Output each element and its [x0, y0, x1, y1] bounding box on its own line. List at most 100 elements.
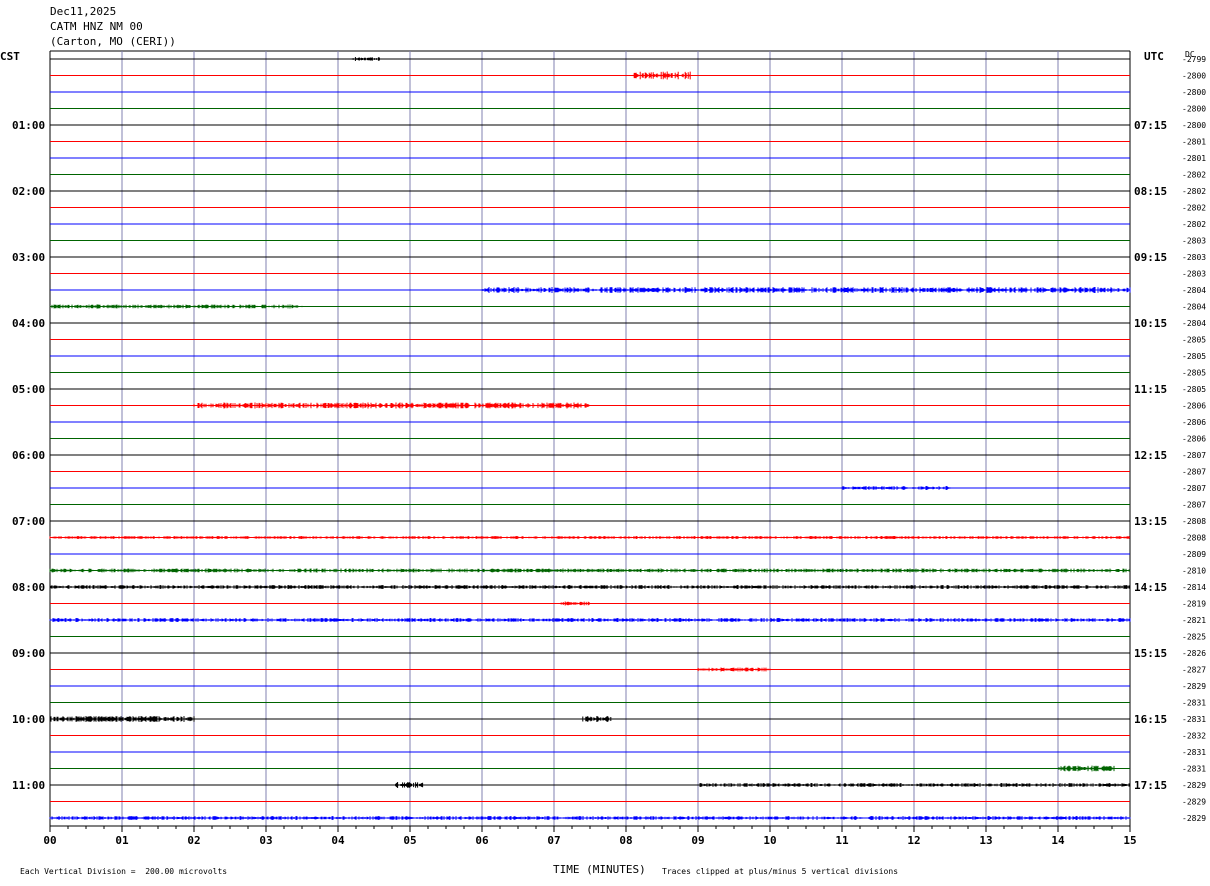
dc-offset-label: -2802 — [1182, 220, 1206, 229]
dc-offset-label: -2805 — [1182, 369, 1206, 378]
x-tick-label: 15 — [1123, 834, 1136, 847]
trace-activity — [49, 304, 303, 309]
x-tick-label: 03 — [259, 834, 272, 847]
right-hour-label: 13:15 — [1134, 515, 1167, 528]
right-hour-label: 15:15 — [1134, 647, 1167, 660]
x-tick-label: 13 — [979, 834, 992, 847]
x-tick-label: 11 — [835, 834, 849, 847]
right-hour-label: 08:15 — [1134, 185, 1167, 198]
dc-offset-label: -2829 — [1182, 781, 1206, 790]
dc-offset-label: -2803 — [1182, 237, 1206, 246]
dc-offset-label: -2805 — [1182, 336, 1206, 345]
dc-offset-label: -2807 — [1182, 451, 1206, 460]
x-tick-label: 07 — [547, 834, 560, 847]
x-tick-label: 14 — [1051, 834, 1065, 847]
trace-activity — [351, 57, 381, 61]
dc-offset-label: -2821 — [1182, 616, 1206, 625]
dc-offset-label: -2810 — [1182, 567, 1206, 576]
x-tick-label: 10 — [763, 834, 776, 847]
dc-offset-label: -2814 — [1182, 583, 1206, 592]
trace-activity — [841, 486, 951, 490]
left-hour-label: 08:00 — [12, 581, 45, 594]
dc-offset-label: -2804 — [1182, 303, 1206, 312]
dc-offset-label: -2831 — [1182, 715, 1206, 724]
left-hour-label: 09:00 — [12, 647, 45, 660]
dc-offset-label: -2808 — [1182, 534, 1206, 543]
dc-offset-label: -2802 — [1182, 204, 1206, 213]
left-hour-label: 02:00 — [12, 185, 45, 198]
dc-offset-label: -2806 — [1182, 402, 1206, 411]
left-hour-label: 11:00 — [12, 779, 45, 792]
dc-offset-label: -2806 — [1182, 418, 1206, 427]
dc-offset-label: -2831 — [1182, 699, 1206, 708]
x-tick-label: 06 — [475, 834, 489, 847]
dc-offset-label: -2804 — [1182, 319, 1206, 328]
dc-offset-label: -2802 — [1182, 187, 1206, 196]
right-hour-label: 17:15 — [1134, 779, 1167, 792]
dc-offset-label: -2806 — [1182, 435, 1206, 444]
scale-note: Each Vertical Division = 200.00 microvol… — [20, 867, 228, 876]
dc-offset-label: -2831 — [1182, 765, 1206, 774]
trace-activity — [49, 816, 1131, 820]
left-hour-label: 06:00 — [12, 449, 45, 462]
x-tick-label: 02 — [187, 834, 200, 847]
right-hour-label: 10:15 — [1134, 317, 1167, 330]
right-hour-label: 11:15 — [1134, 383, 1167, 396]
dc-offset-label: -2832 — [1182, 732, 1206, 741]
dc-offset-label: -2826 — [1182, 649, 1206, 658]
helicorder-plot: 00 01 02 03 04 05 06 07 08 09 10 11 12 13 14 15 -2799 -28… — [12, 50, 1206, 847]
x-tick-label: 05 — [403, 834, 416, 847]
right-hour-label: 09:15 — [1134, 251, 1167, 264]
dc-offset-label: -2831 — [1182, 748, 1206, 757]
x-tick-label: 04 — [331, 834, 345, 847]
dc-offset-label: -2804 — [1182, 286, 1206, 295]
dc-offset-label: -2800 — [1182, 121, 1206, 130]
trace-activity — [395, 782, 425, 788]
dc-offset-label: -2809 — [1182, 550, 1206, 559]
right-hour-label: 16:15 — [1134, 713, 1167, 726]
trace-activity — [49, 568, 1131, 573]
dc-offset-label: -2800 — [1182, 88, 1206, 97]
x-tick-label: 12 — [907, 834, 920, 847]
x-tick-label: 00 — [43, 834, 56, 847]
dc-offset-label: -2829 — [1182, 798, 1206, 807]
right-hour-label: 12:15 — [1134, 449, 1167, 462]
left-hour-label: 07:00 — [12, 515, 45, 528]
dc-offset-label: -2803 — [1182, 253, 1206, 262]
dc-offset-label: -2800 — [1182, 72, 1206, 81]
dc-offset-label: -2808 — [1182, 517, 1206, 526]
dc-offset-label: -2829 — [1182, 682, 1206, 691]
right-hour-label: 14:15 — [1134, 581, 1167, 594]
dc-offset-label: -2802 — [1182, 171, 1206, 180]
dc-offset-label: -2807 — [1182, 501, 1206, 510]
dc-offset-label: -2800 — [1182, 105, 1206, 114]
x-tick-label: 09 — [691, 834, 704, 847]
dc-offset-label: -2819 — [1182, 600, 1206, 609]
trace-activity — [1057, 765, 1116, 772]
trace-activity — [193, 402, 591, 409]
left-hour-label: 10:00 — [12, 713, 45, 726]
x-axis-title: TIME (MINUTES) — [553, 863, 646, 876]
x-tick-label: 01 — [115, 834, 129, 847]
left-hour-label: 03:00 — [12, 251, 45, 264]
trace-activity — [49, 585, 1131, 589]
right-hour-label: 07:15 — [1134, 119, 1167, 132]
dc-offset-label: -2801 — [1182, 138, 1206, 147]
dc-offset-label: -2825 — [1182, 633, 1206, 642]
left-hour-label: 01:00 — [12, 119, 45, 132]
dc-offset-label: -2803 — [1182, 270, 1206, 279]
x-tick-label: 08 — [619, 834, 632, 847]
dc-offset-label: -2827 — [1182, 666, 1206, 675]
trace-activity — [582, 716, 612, 722]
trace-activity — [560, 601, 590, 606]
trace-activity — [49, 618, 1131, 622]
dc-offset-label: -2807 — [1182, 484, 1206, 493]
dc-offset-label: -2805 — [1182, 385, 1206, 394]
dc-offset-label: -2829 — [1182, 814, 1206, 823]
dc-offset-label: -2807 — [1182, 468, 1206, 477]
dc-offset-label: -2801 — [1182, 154, 1206, 163]
dc-offset-label: -2805 — [1182, 352, 1206, 361]
left-hour-label: 05:00 — [12, 383, 45, 396]
dc-offset-label: -2799 — [1182, 55, 1206, 64]
trace-activity — [481, 287, 1131, 293]
